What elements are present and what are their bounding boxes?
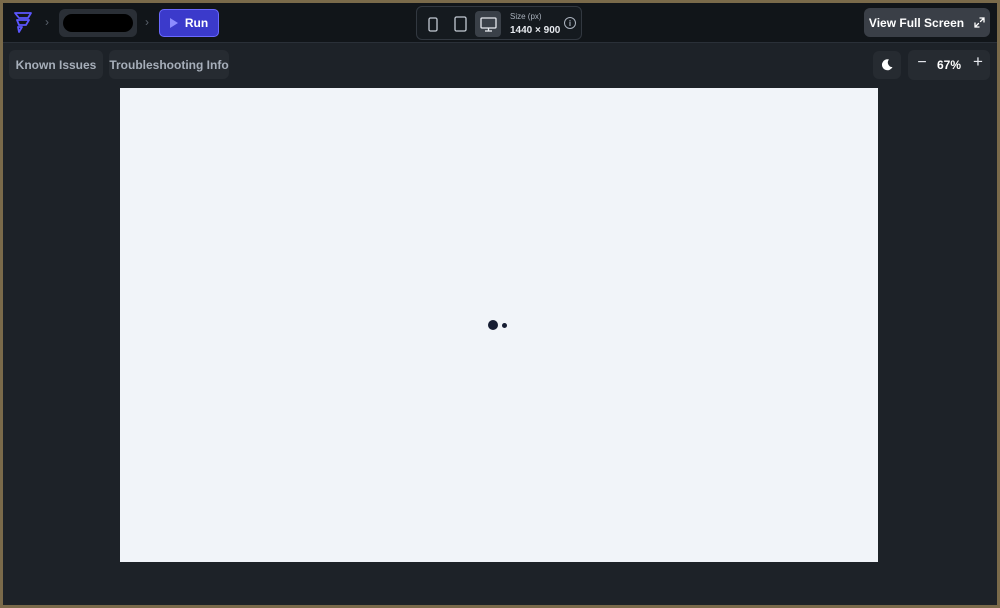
phone-icon [428, 16, 438, 32]
view-full-screen-button[interactable]: View Full Screen [864, 8, 990, 37]
tablet-icon [453, 16, 467, 32]
view-full-screen-label: View Full Screen [868, 15, 965, 30]
device-size-selector: Size (px) 1440 × 900 i [416, 6, 582, 40]
moon-icon [881, 59, 893, 71]
run-button[interactable]: Run [159, 9, 219, 37]
preview-canvas[interactable] [120, 88, 878, 562]
desktop-view-button[interactable] [475, 11, 501, 37]
known-issues-label: Known Issues [15, 57, 97, 72]
zoom-level: 67% [936, 58, 962, 72]
zoom-out-button[interactable]: − [914, 54, 930, 74]
top-bar: › › Run Size (px) 1440 × 900 i View Full… [3, 3, 997, 43]
troubleshooting-info-label: Troubleshooting Info [109, 57, 229, 72]
loading-dot [488, 320, 498, 330]
troubleshooting-info-button[interactable]: Troubleshooting Info [109, 50, 229, 79]
zoom-control: − 67% + [908, 50, 990, 80]
size-label: Size (px) [510, 12, 542, 21]
play-icon [169, 18, 178, 28]
logo-icon[interactable] [12, 11, 34, 33]
phone-view-button[interactable] [420, 11, 446, 37]
theme-toggle-button[interactable] [873, 51, 901, 79]
loading-dot [502, 323, 507, 328]
info-icon[interactable]: i [564, 17, 576, 29]
tablet-view-button[interactable] [447, 11, 473, 37]
expand-arrow-icon [974, 17, 985, 28]
zoom-in-button[interactable]: + [970, 52, 986, 74]
chevron-right-icon: › [45, 15, 49, 29]
chevron-right-icon: › [145, 15, 149, 29]
known-issues-button[interactable]: Known Issues [9, 50, 103, 79]
size-value: 1440 × 900 [510, 25, 561, 36]
app-window: › › Run Size (px) 1440 × 900 i View Full… [3, 3, 997, 605]
desktop-icon [479, 16, 497, 32]
run-button-label: Run [184, 16, 209, 30]
redacted-project-name [63, 14, 133, 32]
